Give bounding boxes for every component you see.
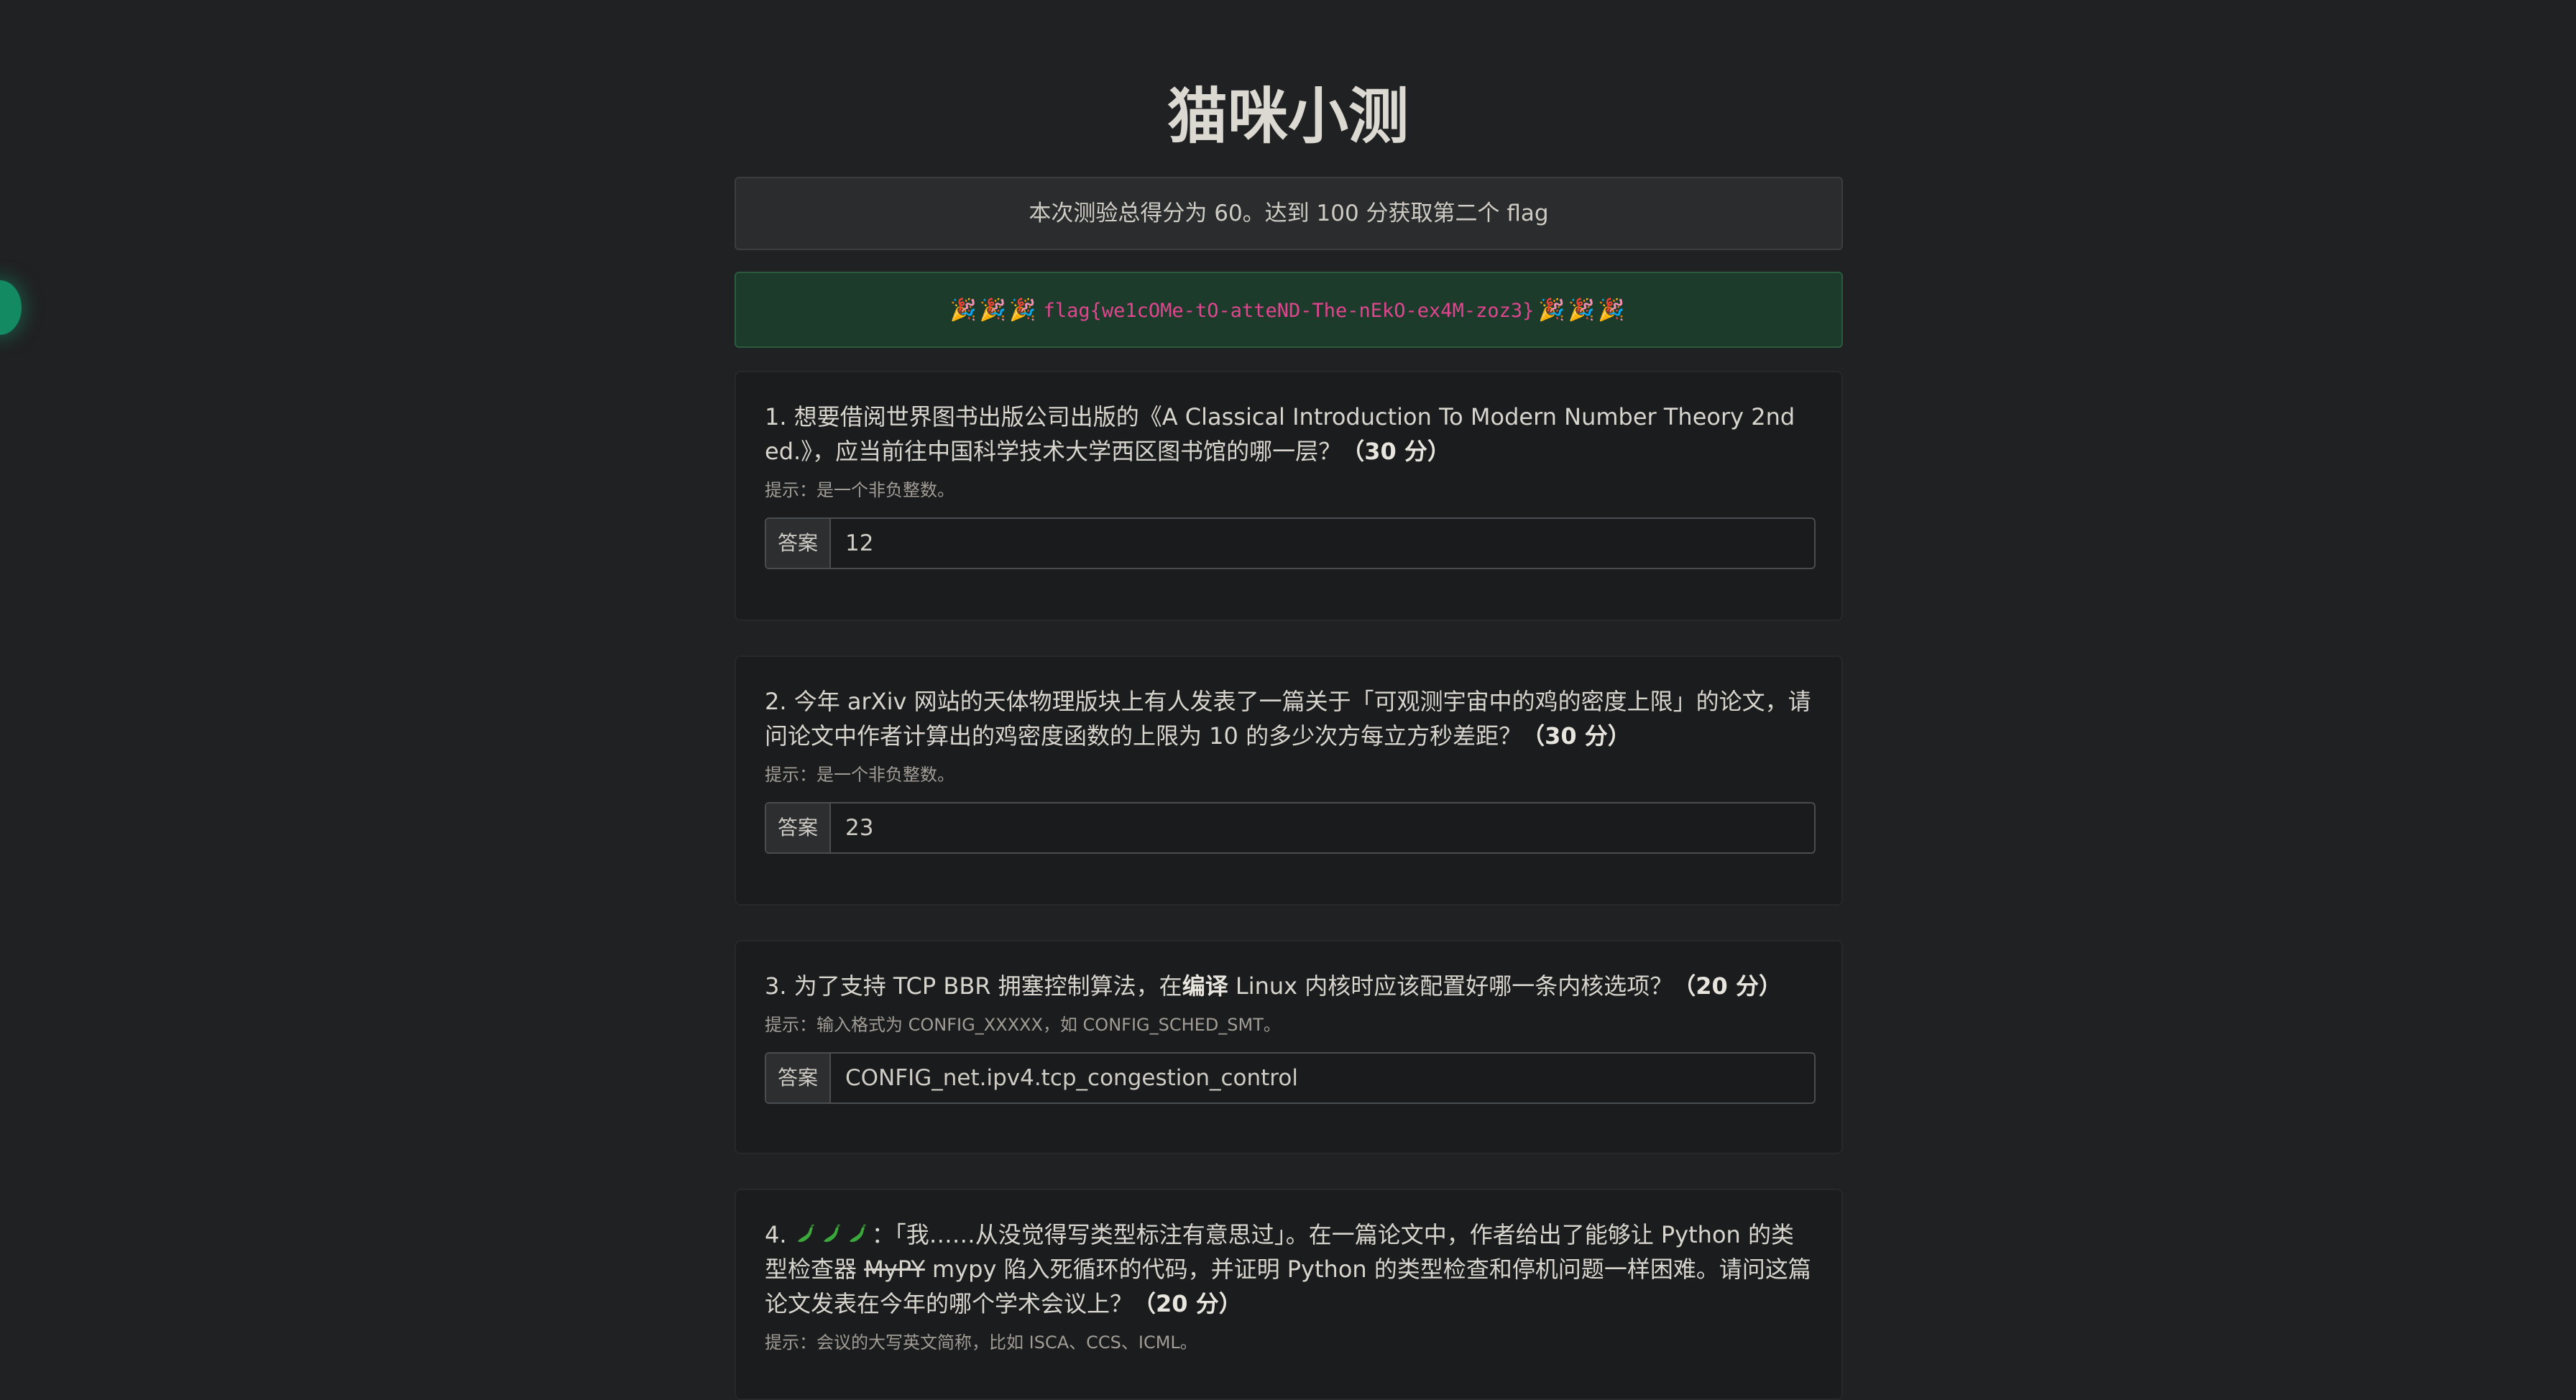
- question-hint: 提示：输入格式为 CONFIG_XXXXX，如 CONFIG_SCHED_SMT…: [765, 1015, 1281, 1035]
- question-text: 1. 想要借阅世界图书出版公司出版的《A Classical Introduct…: [765, 403, 1795, 465]
- answer-label: 答案: [766, 1054, 831, 1102]
- flag-banner: 🎉🎉🎉 flag{we1cOMe-tO-atteND-The-nEkO-ex4M-…: [735, 272, 1843, 348]
- question-card-4: 4. ：「我……从没觉得写类型标注有意思过」。在一篇论文中，作者给出了能够让 P…: [735, 1189, 1843, 1400]
- side-decoration: [0, 280, 22, 335]
- question-hint: 提示：是一个非负整数。: [765, 480, 954, 500]
- answer-label: 答案: [766, 519, 831, 568]
- question-card-2: 2. 今年 arXiv 网站的天体物理版块上有人发表了一篇关于「可观测宇宙中的鸡…: [735, 655, 1843, 906]
- question-card-3: 3. 为了支持 TCP BBR 拥塞控制算法，在编译 Linux 内核时应该配置…: [735, 940, 1843, 1154]
- pepper-icon: [849, 1224, 866, 1243]
- pepper-icon: [797, 1224, 814, 1243]
- answer-input-1[interactable]: [831, 519, 1814, 568]
- answer-group: 答案: [765, 517, 1816, 569]
- question-hint: 提示：是一个非负整数。: [765, 765, 954, 785]
- pepper-icon: [823, 1224, 840, 1243]
- flag-text: flag{we1cOMe-tO-atteND-The-nEkO-ex4M-zoz…: [1043, 300, 1535, 322]
- party-popper-icon: 🎉🎉🎉: [1538, 298, 1628, 323]
- score-text: 本次测验总得分为 60。达到 100 分获取第二个 flag: [1029, 201, 1549, 226]
- answer-input-3[interactable]: [831, 1054, 1814, 1102]
- question-hint: 提示：会议的大写英文简称，比如 ISCA、CCS、ICML。: [765, 1332, 1197, 1353]
- score-banner: 本次测验总得分为 60。达到 100 分获取第二个 flag: [735, 177, 1843, 250]
- answer-label: 答案: [766, 803, 831, 852]
- question-text: 3. 为了支持 TCP BBR 拥塞控制算法，在编译 Linux 内核时应该配置…: [765, 972, 1782, 1000]
- answer-input-2[interactable]: [831, 803, 1814, 852]
- party-popper-icon: 🎉🎉🎉: [949, 298, 1039, 323]
- answer-group: 答案: [765, 802, 1816, 854]
- answer-group: 答案: [765, 1052, 1816, 1104]
- question-card-1: 1. 想要借阅世界图书出版公司出版的《A Classical Introduct…: [735, 371, 1843, 621]
- question-text: 2. 今年 arXiv 网站的天体物理版块上有人发表了一篇关于「可观测宇宙中的鸡…: [765, 688, 1811, 750]
- page-title: 猫咪小测: [1167, 81, 1409, 152]
- question-text: 4. ：「我……从没觉得写类型标注有意思过」。在一篇论文中，作者给出了能够让 P…: [765, 1221, 1811, 1317]
